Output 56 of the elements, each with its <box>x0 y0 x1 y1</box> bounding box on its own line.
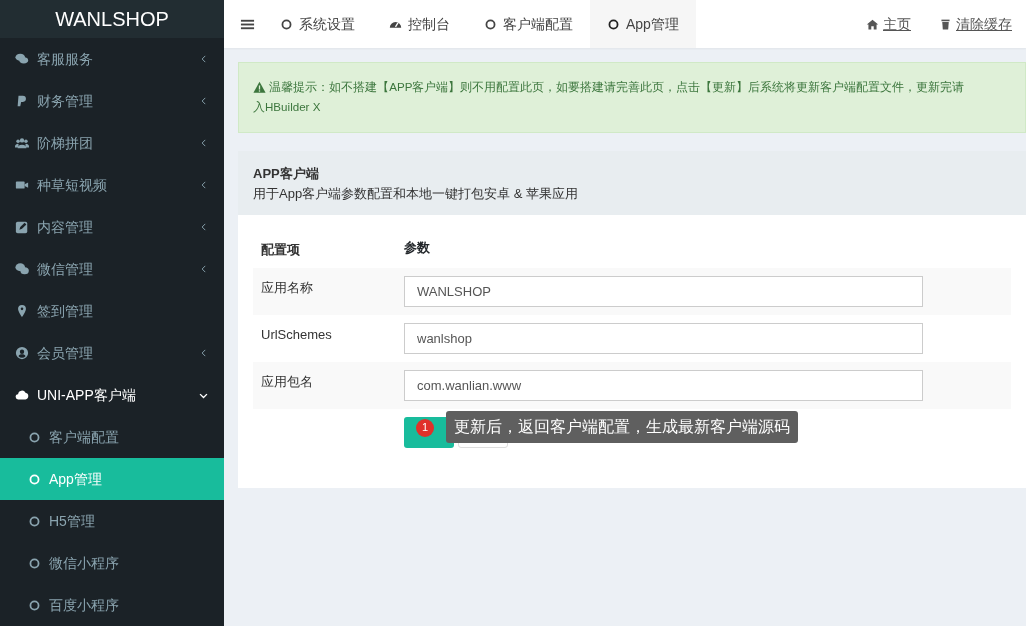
circle-icon <box>28 514 41 528</box>
chevron-left-icon <box>199 138 209 148</box>
circle-icon <box>28 556 41 570</box>
edit-icon <box>15 220 29 234</box>
sidebar-item[interactable]: 内容管理 <box>0 206 224 248</box>
panel-title: APP客户端 <box>253 165 320 183</box>
chat-bubbles-icon <box>15 52 29 66</box>
sidebar-subitem[interactable]: 百度小程序 <box>0 584 224 626</box>
circle-icon <box>28 472 41 486</box>
letter-p-icon <box>15 94 29 108</box>
nav-tab[interactable]: 系统设置 <box>263 0 372 48</box>
alert-text: 温馨提示：如不搭建【APP客户端】则不用配置此页，如要搭建请完善此页，点击【更新】后系统将更新客户端配置文件，更新完请 <box>269 79 965 95</box>
text-input[interactable]: com.wanlian.www <box>404 369 923 401</box>
panel-subtitle: 用于App客户端参数配置和本地一键打包安卓 & 苹果应用 <box>253 184 580 203</box>
sidebar-item[interactable]: UNI-APP客户端 <box>0 374 224 416</box>
circle-icon <box>28 430 41 444</box>
chevron-left-icon <box>199 54 209 64</box>
sidebar-item[interactable]: 客服服务 <box>0 38 224 80</box>
table-cell-text: 应用包名 <box>261 372 314 391</box>
circle-icon <box>280 17 293 31</box>
warning-icon <box>253 80 266 94</box>
circle-icon <box>484 17 497 31</box>
users-icon <box>15 136 29 150</box>
circle-icon <box>28 598 41 612</box>
sidebar-item[interactable]: 财务管理 <box>0 80 224 122</box>
sidebar-item[interactable]: 种草短视频 <box>0 164 224 206</box>
text-input[interactable]: WANLSHOP <box>404 275 923 307</box>
sidebar-item[interactable]: 会员管理 <box>0 332 224 374</box>
home-icon <box>866 17 879 31</box>
tooltip: 更新后，返回客户端配置，生成最新客户端源码 <box>446 410 798 443</box>
trash-icon <box>939 17 952 31</box>
chevron-left-icon <box>199 180 209 190</box>
text-input[interactable]: wanlshop <box>404 322 923 354</box>
cloud-icon <box>15 388 29 402</box>
column-header: 参数 <box>404 239 430 257</box>
table-cell-text: UrlSchemes <box>261 325 333 344</box>
sidebar-subitem[interactable]: 微信小程序 <box>0 542 224 584</box>
nav-tab[interactable]: 客户端配置 <box>467 0 590 48</box>
sidebar-item[interactable]: 签到管理 <box>0 290 224 332</box>
map-pin-icon <box>15 304 29 318</box>
sidebar-item[interactable]: 微信管理 <box>0 248 224 290</box>
column-header: 配置项 <box>261 241 301 259</box>
nav-tab[interactable]: App管理 <box>590 0 696 48</box>
sidebar-item[interactable]: 阶梯拼团 <box>0 122 224 164</box>
chat-bubbles-icon <box>15 262 29 276</box>
nav-tab[interactable]: 控制台 <box>372 0 467 48</box>
chevron-left-icon <box>199 348 209 358</box>
chevron-left-icon <box>199 222 209 232</box>
chevron-left-icon <box>199 264 209 274</box>
alert-text: 入HBuilder X <box>253 99 321 115</box>
table-cell-text: 应用名称 <box>261 278 314 297</box>
sidebar-subitem[interactable]: H5管理 <box>0 500 224 542</box>
app-logo[interactable]: WANLSHOP <box>0 0 224 38</box>
sidebar-subitem[interactable]: 客户端配置 <box>0 416 224 458</box>
chevron-left-icon <box>199 96 209 106</box>
circle-icon <box>607 17 620 31</box>
